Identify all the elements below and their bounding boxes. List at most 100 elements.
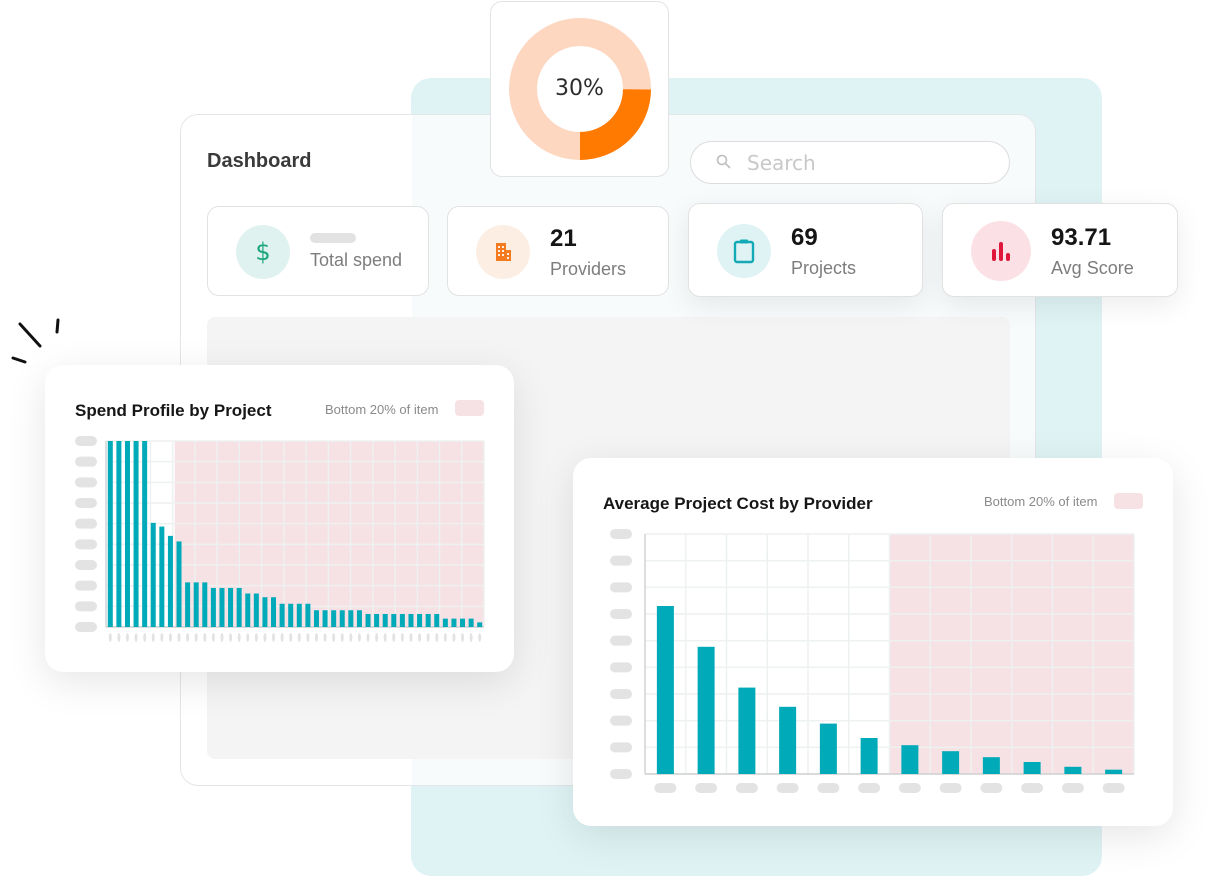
page-title: Dashboard xyxy=(207,150,312,172)
bar xyxy=(210,587,216,627)
x-tick-label xyxy=(211,633,215,642)
y-tick-label xyxy=(610,555,632,566)
x-tick-label xyxy=(898,783,921,793)
bar xyxy=(296,603,302,627)
bar xyxy=(142,441,148,627)
bar xyxy=(356,610,362,627)
bar xyxy=(451,618,457,627)
bar xyxy=(1023,762,1041,774)
stat-value: 69 xyxy=(791,224,818,251)
x-tick-label xyxy=(478,633,482,642)
x-tick-label xyxy=(980,783,1003,793)
bar xyxy=(982,757,1000,774)
x-tick-label xyxy=(220,633,224,642)
bar xyxy=(124,441,130,627)
stat-card-avg-score[interactable]: 93.71 Avg Score xyxy=(942,203,1178,297)
bar xyxy=(860,738,878,774)
x-tick-label xyxy=(1021,783,1044,793)
search-icon xyxy=(716,154,731,169)
x-tick-label xyxy=(426,633,430,642)
bar xyxy=(434,613,440,627)
x-tick-label xyxy=(229,633,233,642)
bar xyxy=(150,522,156,627)
x-tick-label xyxy=(654,783,677,793)
stat-card-total-spend[interactable]: $ Total spend xyxy=(207,206,429,296)
bar xyxy=(288,603,294,627)
y-tick-label xyxy=(610,662,632,673)
bar xyxy=(202,582,208,627)
x-tick-label xyxy=(366,633,370,642)
x-tick-label xyxy=(858,783,881,793)
bar xyxy=(942,751,960,774)
bar xyxy=(399,613,405,627)
x-tick-label xyxy=(435,633,439,642)
bar xyxy=(348,610,354,627)
bar xyxy=(245,593,251,627)
x-tick-label xyxy=(168,633,172,642)
x-tick-label xyxy=(409,633,413,642)
x-tick-label xyxy=(306,633,310,642)
bar xyxy=(425,613,431,627)
x-tick-label xyxy=(125,633,129,642)
y-tick-label xyxy=(75,560,97,570)
clipboard-icon xyxy=(717,224,771,278)
x-tick-label xyxy=(939,783,962,793)
y-tick-label xyxy=(75,498,97,508)
bar xyxy=(236,587,242,627)
x-tick-label xyxy=(160,633,164,642)
x-tick-label xyxy=(340,633,344,642)
stat-label: Projects xyxy=(791,258,857,278)
bar xyxy=(339,610,345,627)
dollar-icon: $ xyxy=(236,225,290,279)
bar xyxy=(374,613,380,627)
x-tick-label xyxy=(177,633,181,642)
y-tick-label xyxy=(610,769,632,779)
y-tick-label xyxy=(610,529,632,539)
x-tick-label xyxy=(418,633,422,642)
bar xyxy=(417,613,423,627)
x-tick-label xyxy=(272,633,276,642)
x-tick-label xyxy=(194,633,198,642)
y-tick-label xyxy=(75,622,97,632)
x-tick-label xyxy=(314,633,318,642)
x-tick-label xyxy=(143,633,147,642)
y-tick-label xyxy=(75,580,97,591)
bar xyxy=(779,706,797,774)
bar xyxy=(167,535,173,627)
y-tick-label xyxy=(610,635,632,646)
y-tick-label xyxy=(75,477,97,488)
search-input[interactable]: Search xyxy=(690,141,1010,184)
x-tick-label xyxy=(695,783,718,793)
bar xyxy=(656,606,674,774)
y-tick-label xyxy=(75,539,97,550)
x-tick-label xyxy=(254,633,258,642)
x-tick-label xyxy=(151,633,155,642)
bar xyxy=(697,646,715,774)
bar xyxy=(1064,766,1082,774)
x-tick-label xyxy=(297,633,301,642)
bar xyxy=(1105,769,1123,774)
x-tick-label xyxy=(443,633,447,642)
bar xyxy=(262,597,268,627)
x-tick-label xyxy=(280,633,284,642)
x-tick-label xyxy=(1061,783,1084,793)
x-tick-label xyxy=(332,633,336,642)
y-tick-label xyxy=(610,609,632,619)
x-tick-label xyxy=(263,633,267,642)
bar xyxy=(477,622,483,627)
x-tick-label xyxy=(134,633,138,642)
bar xyxy=(107,441,113,627)
x-tick-label xyxy=(203,633,207,642)
stat-card-providers[interactable]: 21 Providers xyxy=(447,206,669,296)
bar xyxy=(271,597,277,627)
x-tick-label xyxy=(1102,783,1125,793)
x-tick-label xyxy=(349,633,353,642)
x-tick-label xyxy=(237,633,241,642)
y-tick-label xyxy=(610,582,632,593)
x-tick-label xyxy=(357,633,361,642)
donut-label: 30% xyxy=(555,76,604,101)
stat-card-projects[interactable]: 69 Projects xyxy=(688,203,923,297)
donut-card: 30% xyxy=(490,1,669,177)
building-icon xyxy=(476,225,530,279)
x-tick-label xyxy=(452,633,456,642)
